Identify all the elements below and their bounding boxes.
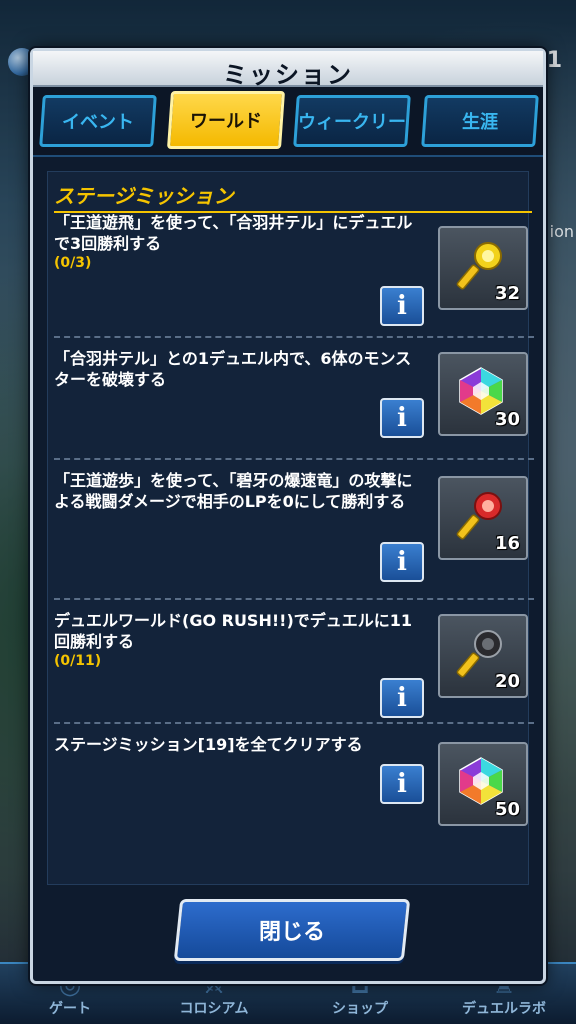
mission-progress: (0/11) — [54, 653, 102, 669]
mission-text: デュエルワールド(GO RUSH!!)でデュエルに11回勝利する (0/11) — [54, 610, 424, 670]
mission-item: ステージミッション[19]を全てクリアする i 50 — [54, 726, 534, 838]
mission-list-panel[interactable]: ステージミッション 「王道遊飛」を使って、「合羽井テル」にデュエルで3回勝利する… — [47, 171, 534, 885]
mission-text: ステージミッション[19]を全てクリアする — [54, 735, 363, 754]
reward-count: 30 — [494, 409, 520, 430]
tab-event[interactable]: イベント — [39, 95, 157, 147]
reward-count: 32 — [494, 283, 520, 304]
info-button[interactable]: i — [380, 398, 424, 438]
mission-text: 「王道遊飛」を使って、「合羽井テル」にデュエルで3回勝利する (0/3) — [54, 212, 424, 272]
mission-item: 「合羽井テル」との1デュエル内で、6体のモンスターを破壊する i 30 — [54, 340, 534, 460]
tab-bar: イベント ワールド ウィークリー 生涯 — [33, 87, 543, 157]
reward-box[interactable]: 32 — [438, 226, 528, 310]
reward-count: 50 — [494, 799, 520, 820]
info-button[interactable]: i — [380, 764, 424, 804]
info-button[interactable]: i — [380, 286, 424, 326]
reward-box[interactable]: 20 — [438, 614, 528, 698]
reward-box[interactable]: 16 — [438, 476, 528, 560]
background-label: ion — [549, 222, 574, 241]
modal-title: ミッション — [223, 61, 353, 89]
mission-item: 「王道遊歩」を使って、「碧牙の爆速竜」の攻撃による戦闘ダメージで相手のLPを0に… — [54, 462, 534, 600]
info-button[interactable]: i — [380, 542, 424, 582]
mission-progress: (0/3) — [54, 255, 92, 271]
reward-box[interactable]: 30 — [438, 352, 528, 436]
close-button[interactable]: 閉じる — [173, 899, 411, 961]
background-counter: 1 — [546, 48, 562, 73]
tab-world[interactable]: ワールド — [166, 91, 286, 149]
tab-weekly[interactable]: ウィークリー — [293, 95, 411, 147]
reward-count: 16 — [494, 533, 520, 554]
reward-box[interactable]: 50 — [438, 742, 528, 826]
info-button[interactable]: i — [380, 678, 424, 718]
mission-text: 「合羽井テル」との1デュエル内で、6体のモンスターを破壊する — [54, 349, 412, 389]
mission-item: 「王道遊飛」を使って、「合羽井テル」にデュエルで3回勝利する (0/3) i 3… — [54, 212, 534, 338]
tab-lifetime[interactable]: 生涯 — [421, 95, 539, 147]
modal-titlebar: ミッション — [33, 51, 543, 87]
mission-modal: ミッション イベント ワールド ウィークリー 生涯 ステージミッション 「王道遊… — [30, 48, 546, 984]
section-title: ステージミッション — [54, 180, 532, 213]
mission-item: デュエルワールド(GO RUSH!!)でデュエルに11回勝利する (0/11) … — [54, 602, 534, 724]
mission-text: 「王道遊歩」を使って、「碧牙の爆速竜」の攻撃による戦闘ダメージで相手のLPを0に… — [54, 471, 413, 511]
reward-count: 20 — [494, 671, 520, 692]
